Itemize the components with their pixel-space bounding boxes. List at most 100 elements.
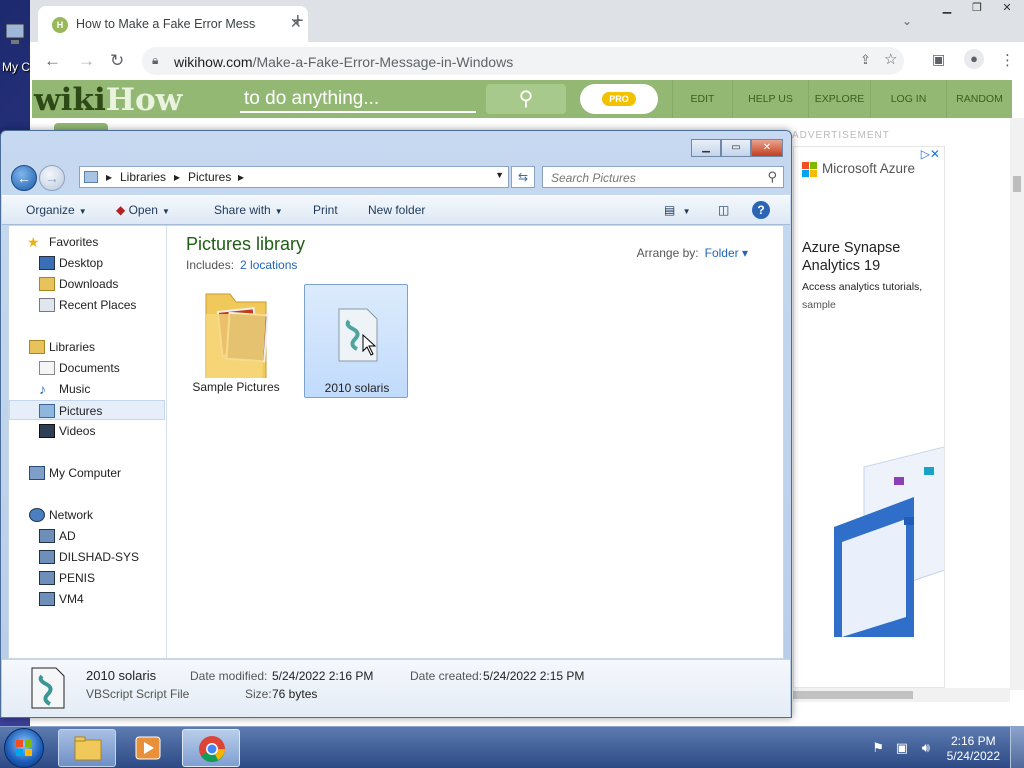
search-icon[interactable]: ⚲ xyxy=(767,169,777,185)
share-with-button[interactable]: Share with ▼ xyxy=(214,203,283,217)
nav-music[interactable]: ♪ Music xyxy=(9,379,165,399)
share-icon[interactable]: ⇪ xyxy=(860,52,871,68)
restore-icon[interactable]: ❐ xyxy=(962,0,992,18)
wikihow-search-button[interactable]: ⚲ xyxy=(486,84,566,114)
forward-arrow-icon[interactable]: → xyxy=(78,51,95,71)
desktop-computer-icon[interactable]: My C xyxy=(0,14,30,104)
open-app-icon: ◆ xyxy=(116,203,126,217)
nav-random[interactable]: RANDOM xyxy=(946,80,1012,118)
nav-network[interactable]: Network xyxy=(9,505,165,525)
bookmark-star-icon[interactable]: ☆ xyxy=(884,50,897,68)
breadcrumb-arrow-icon[interactable]: ▸ xyxy=(174,170,180,184)
nav-network-item[interactable]: DILSHAD-SYS xyxy=(9,547,165,567)
close-icon[interactable]: ✕ xyxy=(751,139,783,157)
azure-ad[interactable]: Microsoft Azure ▷✕ Azure Synapse Analyti… xyxy=(793,146,945,688)
ad-close-icon[interactable]: ▷✕ xyxy=(921,147,940,161)
browser-tab[interactable]: H How to Make a Fake Error Message in Wi… xyxy=(38,6,308,42)
file-list-pane[interactable]: Pictures library Includes: 2 locations Ar… xyxy=(168,226,784,658)
network-icon[interactable]: ▣ xyxy=(896,740,908,756)
help-icon[interactable]: ? xyxy=(752,201,770,219)
menu-kebab-icon[interactable]: ⋮ xyxy=(1000,51,1015,69)
profile-avatar-icon[interactable]: ● xyxy=(964,49,984,69)
forward-button-icon[interactable]: → xyxy=(39,165,65,191)
breadcrumb-arrow-icon[interactable]: ▸ xyxy=(238,170,244,184)
new-folder-button[interactable]: New folder xyxy=(368,203,425,217)
minimize-icon[interactable]: ▁ xyxy=(691,139,721,157)
nav-explore[interactable]: EXPLORE xyxy=(808,80,870,118)
action-center-flag-icon[interactable]: ⚑ xyxy=(872,740,884,756)
detail-size-value: 76 bytes xyxy=(272,687,318,701)
scrollbar-thumb[interactable] xyxy=(1013,176,1021,192)
details-pane: 2010 solaris VBScript Script File Date m… xyxy=(2,659,790,717)
show-desktop-button[interactable] xyxy=(1010,727,1024,768)
nav-network-item[interactable]: VM4 xyxy=(9,589,165,609)
wikihow-search-input[interactable]: to do anything... xyxy=(240,86,476,113)
breadcrumb-libraries[interactable]: Libraries xyxy=(120,170,166,184)
ad-brand: Microsoft Azure xyxy=(822,161,916,176)
nav-label: Downloads xyxy=(59,277,119,291)
folder-item[interactable]: Sample Pictures xyxy=(184,284,288,398)
chrome-icon xyxy=(199,736,225,763)
taskbar-explorer-button[interactable] xyxy=(58,729,116,767)
back-arrow-icon[interactable]: ← xyxy=(44,51,61,71)
maximize-icon[interactable]: ▭ xyxy=(721,139,751,157)
address-bar[interactable]: 🔒︎ wikihow.com/Make-a-Fake-Error-Message… xyxy=(142,47,904,75)
nav-log-in[interactable]: LOG IN xyxy=(870,80,946,118)
preview-pane-icon[interactable]: ◫ xyxy=(718,203,729,217)
back-button-icon[interactable]: ← xyxy=(11,165,37,191)
lock-icon[interactable]: 🔒︎ xyxy=(152,53,158,68)
minimize-icon[interactable]: ▁ xyxy=(932,0,962,18)
organize-button[interactable]: Organize ▼ xyxy=(26,203,87,217)
volume-icon[interactable]: 🔊︎ xyxy=(922,740,930,756)
breadcrumb-arrow-icon[interactable]: ▸ xyxy=(106,170,112,184)
taskbar-media-player-button[interactable] xyxy=(120,729,178,767)
nav-documents[interactable]: Documents xyxy=(9,358,165,378)
search-input[interactable]: Search Pictures ⚲ xyxy=(542,166,784,188)
locations-link[interactable]: 2 locations xyxy=(240,258,297,272)
nav-recent-places[interactable]: Recent Places xyxy=(9,295,165,315)
file-item-selected[interactable]: 2010 solaris xyxy=(304,284,408,398)
tab-search-chevron-icon[interactable]: ⌄ xyxy=(902,14,912,28)
wikihow-logo[interactable]: wikiHow xyxy=(34,82,182,118)
page-scrollbar-vertical[interactable] xyxy=(1010,118,1024,690)
nav-help-us[interactable]: HELP US xyxy=(732,80,808,118)
scrollbar-thumb-h[interactable] xyxy=(793,691,913,699)
network-computer-icon xyxy=(39,592,55,606)
command-bar: Organize ▼ ◆ Open ▼ Share with ▼ Print New … xyxy=(2,195,790,225)
detail-file-name: 2010 solaris xyxy=(86,668,157,683)
start-button-windows-icon[interactable] xyxy=(4,728,44,768)
nav-videos[interactable]: Videos xyxy=(9,421,165,441)
nav-downloads[interactable]: Downloads xyxy=(9,274,165,294)
side-panel-icon[interactable]: ▣ xyxy=(932,51,945,68)
nav-libraries[interactable]: Libraries xyxy=(9,337,165,357)
breadcrumb-pictures[interactable]: Pictures xyxy=(188,170,231,184)
close-window-icon[interactable]: ✕ xyxy=(992,0,1022,18)
vbscript-file-icon xyxy=(338,308,378,362)
taskbar-clock[interactable]: 2:16 PM 5/24/2022 xyxy=(947,734,1000,764)
nav-network-item[interactable]: PENIS xyxy=(9,568,165,588)
view-options-icon[interactable]: ▤ ▼ xyxy=(664,203,691,217)
nav-my-computer[interactable]: My Computer xyxy=(9,463,165,483)
ad-scrollbar-horizontal[interactable] xyxy=(793,688,1010,702)
nav-edit[interactable]: EDIT xyxy=(672,80,732,118)
nav-label: Pictures xyxy=(59,404,103,418)
nav-favorites[interactable]: ★ Favorites xyxy=(9,232,165,252)
nav-pictures[interactable]: Pictures xyxy=(9,400,165,420)
reload-icon[interactable]: ↻ xyxy=(110,51,124,71)
share-label: Share with xyxy=(214,203,271,217)
url-path: /Make-a-Fake-Error-Message-in-Windows xyxy=(252,54,514,70)
nav-network-item[interactable]: AD xyxy=(9,526,165,546)
pro-button[interactable]: PRO xyxy=(580,84,658,114)
arrange-dropdown[interactable]: Folder ▾ xyxy=(705,246,748,260)
new-tab-icon[interactable]: + xyxy=(292,10,304,33)
taskbar-chrome-button[interactable] xyxy=(182,729,240,767)
open-button[interactable]: ◆ Open ▼ xyxy=(116,203,170,217)
clock-time: 2:16 PM xyxy=(950,734,996,748)
refresh-icon[interactable]: ⇆ xyxy=(511,166,535,188)
address-breadcrumb[interactable]: ▸ Libraries ▸ Pictures ▸ ▼ xyxy=(79,166,509,188)
address-dropdown-icon[interactable]: ▼ xyxy=(495,170,504,180)
print-button[interactable]: Print xyxy=(313,203,338,217)
nav-desktop[interactable]: Desktop xyxy=(9,253,165,273)
computer-icon xyxy=(29,466,45,480)
explorer-window: ▁ ▭ ✕ ← → ▸ Libraries ▸ Pictures ▸ ▼ ⇆ S… xyxy=(0,130,792,718)
